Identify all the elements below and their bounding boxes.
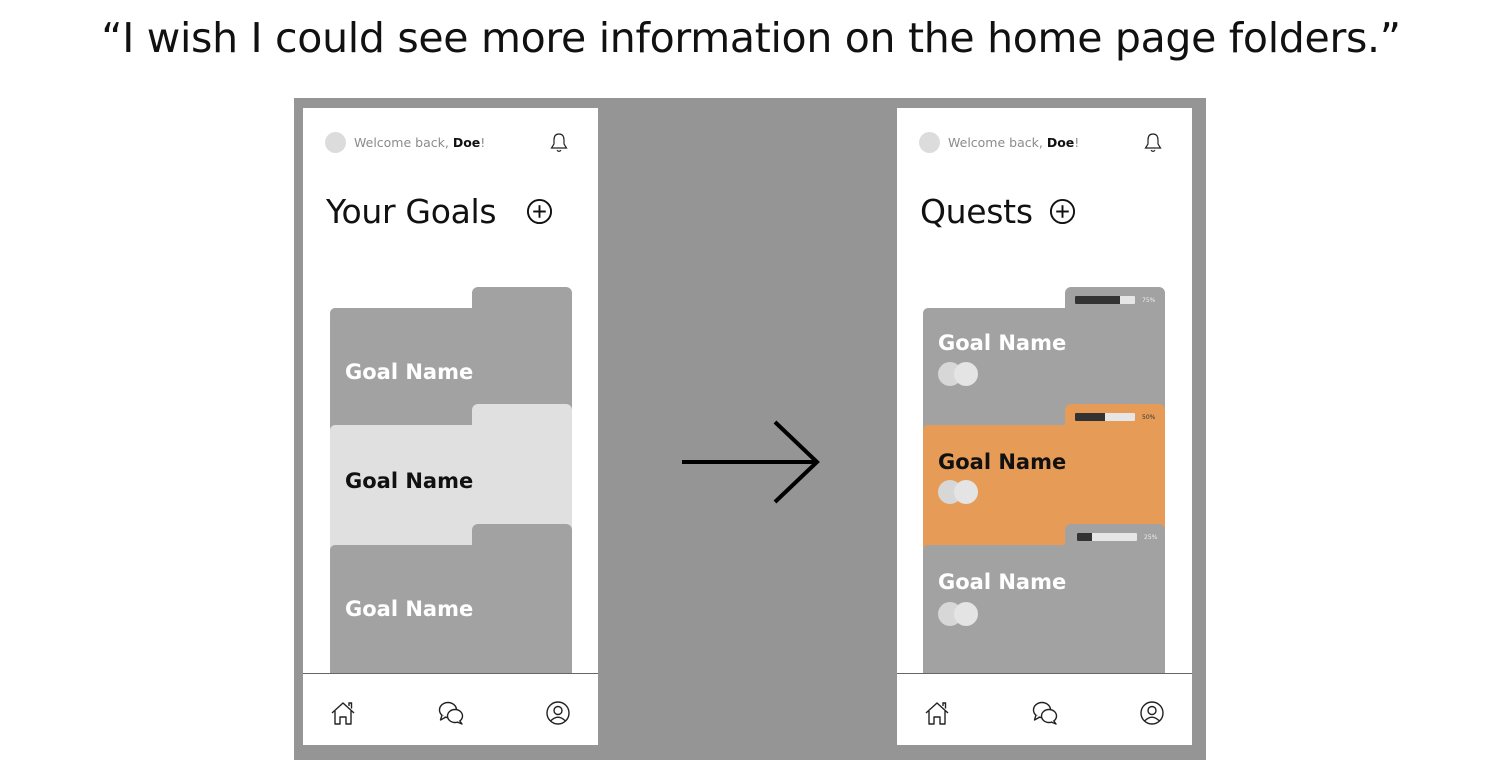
- phone-after: Welcome back, Doe! Quests 75% Goal Name: [897, 108, 1192, 745]
- member-avatar: [954, 480, 978, 504]
- goal-name: Goal Name: [938, 450, 1067, 474]
- user-name: Doe: [452, 134, 481, 150]
- progress-indicator: 50%: [1075, 413, 1155, 421]
- avatar[interactable]: [325, 131, 346, 153]
- profile-icon[interactable]: [1138, 699, 1166, 727]
- progress-fill: [1075, 413, 1105, 421]
- avatar[interactable]: [919, 131, 940, 153]
- home-icon[interactable]: [923, 699, 951, 727]
- progress-track: [1075, 296, 1135, 304]
- member-avatar: [954, 602, 978, 626]
- member-avatars: [938, 602, 980, 626]
- goal-name: Goal Name: [938, 570, 1067, 594]
- goal-name: Goal Name: [345, 597, 474, 621]
- welcome-text: Welcome back, Doe!: [354, 135, 485, 150]
- welcome-prefix: Welcome back,: [948, 134, 1047, 150]
- plus-circle-icon[interactable]: [1049, 198, 1076, 225]
- bell-icon[interactable]: [1143, 132, 1163, 154]
- member-avatar: [954, 362, 978, 386]
- title-row: Quests: [920, 192, 1076, 231]
- profile-icon[interactable]: [544, 699, 572, 727]
- bell-icon[interactable]: [549, 132, 569, 154]
- progress-indicator: 25%: [1077, 533, 1157, 541]
- progress-track: [1077, 533, 1137, 541]
- welcome-text: Welcome back, Doe!: [948, 135, 1079, 150]
- chat-bubbles-icon[interactable]: [437, 699, 465, 727]
- member-avatars: [938, 362, 980, 386]
- progress-fill: [1077, 533, 1092, 541]
- goal-name: Goal Name: [345, 469, 474, 493]
- home-icon[interactable]: [329, 699, 357, 727]
- welcome-header: Welcome back, Doe!: [325, 131, 485, 153]
- progress-label: 50%: [1142, 413, 1156, 421]
- goal-name: Goal Name: [938, 331, 1067, 355]
- progress-label: 25%: [1144, 533, 1158, 541]
- progress-fill: [1075, 296, 1120, 304]
- progress-track: [1075, 413, 1135, 421]
- title-row: Your Goals: [326, 192, 553, 231]
- page-title: Quests: [920, 192, 1033, 231]
- phone-before: Welcome back, Doe! Your Goals Goal Name …: [303, 108, 598, 745]
- plus-circle-icon[interactable]: [526, 198, 553, 225]
- bottom-nav: [897, 673, 1192, 745]
- bottom-nav: [303, 673, 598, 745]
- welcome-prefix: Welcome back,: [354, 134, 453, 150]
- user-name: Doe: [1046, 134, 1075, 150]
- welcome-header: Welcome back, Doe!: [919, 131, 1079, 153]
- page-title: Your Goals: [326, 192, 497, 231]
- progress-indicator: 75%: [1075, 296, 1155, 304]
- member-avatars: [938, 480, 980, 504]
- arrow-right-icon: [682, 420, 820, 504]
- goal-name: Goal Name: [345, 360, 474, 384]
- chat-bubbles-icon[interactable]: [1031, 699, 1059, 727]
- progress-label: 75%: [1142, 296, 1156, 304]
- headline: “I wish I could see more information on …: [101, 14, 1401, 62]
- welcome-suffix: !: [480, 134, 486, 150]
- welcome-suffix: !: [1074, 134, 1080, 150]
